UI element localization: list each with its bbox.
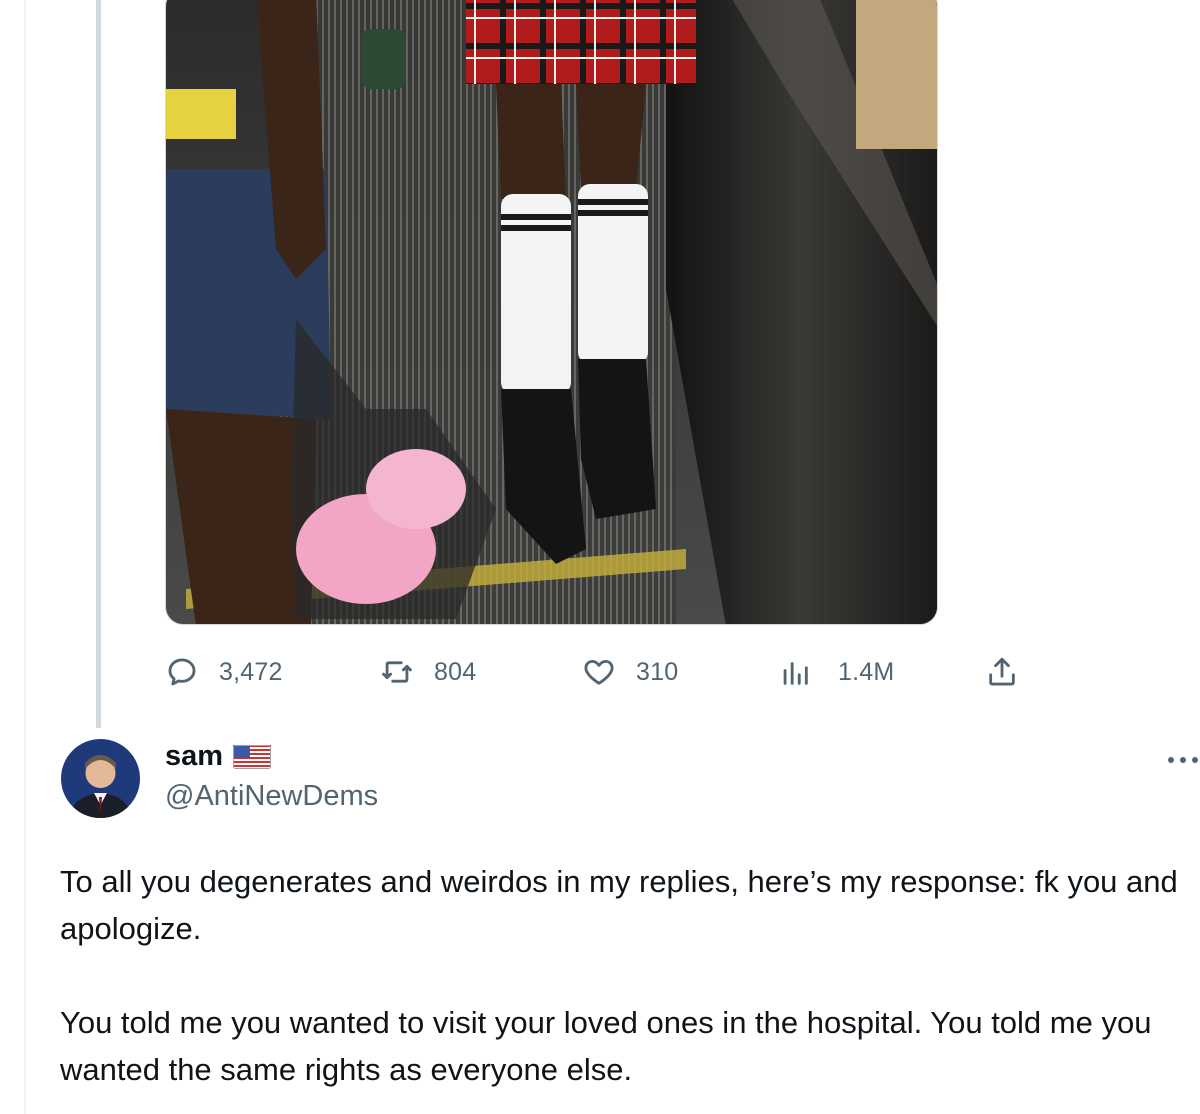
tweet-action-bar: 3,472 804 310 1.4M xyxy=(0,648,1200,696)
photo-escalator-illustration xyxy=(166,0,937,624)
like-button[interactable]: 310 xyxy=(582,648,678,696)
views-button[interactable]: 1.4M xyxy=(778,648,894,696)
display-name-text: sam xyxy=(165,740,224,772)
share-upload-icon xyxy=(989,657,1015,686)
avatar[interactable] xyxy=(61,739,140,818)
tweet-text-paragraph: You told me you wanted to visit your lov… xyxy=(60,1005,1152,1087)
like-count: 310 xyxy=(636,657,679,686)
heart-icon xyxy=(584,659,614,685)
views-count: 1.4M xyxy=(838,657,895,686)
retweet-icon xyxy=(382,661,412,683)
author-handle[interactable]: @AntiNewDems xyxy=(165,780,378,813)
tweet-text: To all you degenerates and weirdos in my… xyxy=(60,858,1185,1093)
reply-icon xyxy=(168,658,196,686)
more-options-icon[interactable] xyxy=(1165,745,1200,775)
tweet-text-paragraph: To all you degenerates and weirdos in my… xyxy=(60,864,1178,946)
retweet-button[interactable]: 804 xyxy=(380,648,476,696)
tweet-photo[interactable] xyxy=(165,0,938,625)
retweet-count: 804 xyxy=(434,657,477,686)
reply-count: 3,472 xyxy=(219,657,283,686)
timeline-border xyxy=(24,0,26,1114)
avatar-photo xyxy=(61,739,140,818)
us-flag-icon xyxy=(233,744,272,769)
thread-connector-line xyxy=(96,0,101,728)
analytics-bars-icon xyxy=(783,662,808,685)
author-name[interactable]: sam xyxy=(165,740,272,773)
share-button[interactable] xyxy=(985,648,1019,696)
reply-button[interactable]: 3,472 xyxy=(165,648,283,696)
